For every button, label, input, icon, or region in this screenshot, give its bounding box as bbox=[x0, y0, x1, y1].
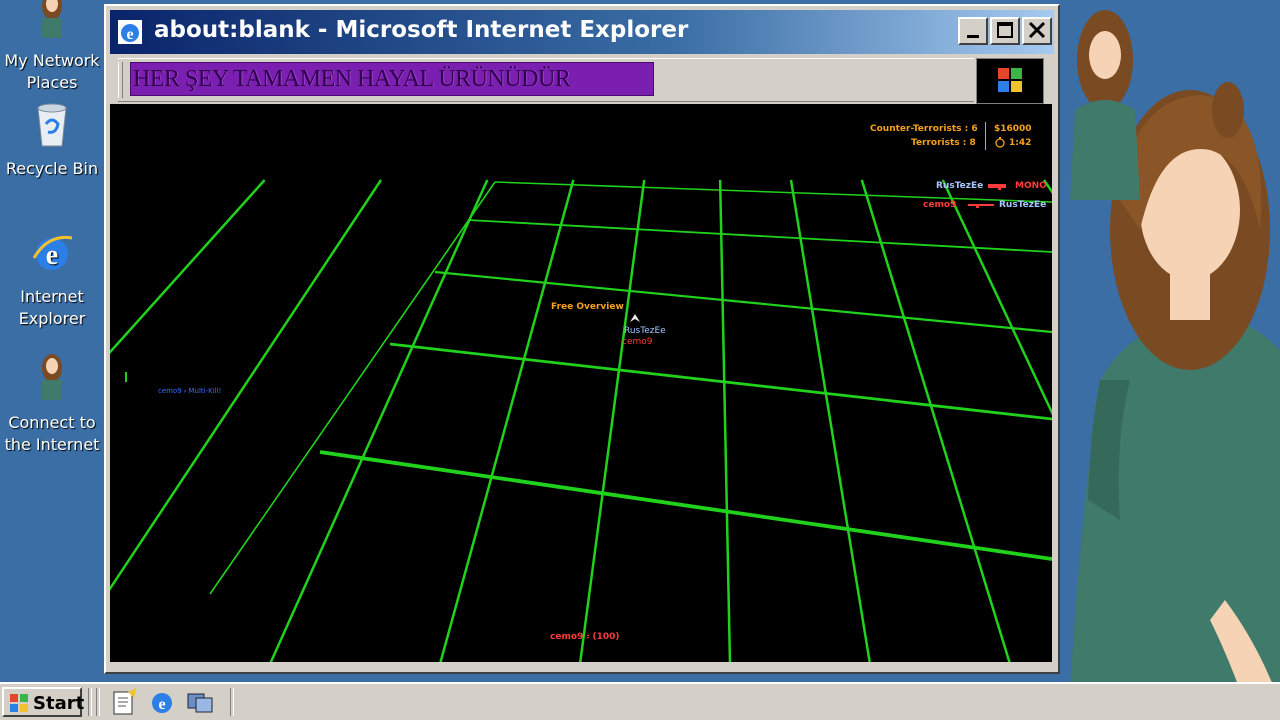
start-label: Start bbox=[33, 693, 85, 714]
player-name-rustezee: RusTezEe bbox=[624, 326, 666, 336]
grid-line bbox=[389, 342, 1052, 421]
killfeed-1-victim: MONO bbox=[1015, 181, 1047, 191]
grid-line bbox=[269, 179, 489, 662]
desktop-icon-internet-explorer[interactable]: e Internet Explorer bbox=[0, 228, 104, 330]
desktop-icon-label: Recycle Bin bbox=[5, 159, 99, 178]
killfeed-2-victim: RusTezEe bbox=[999, 200, 1047, 210]
network-places-icon bbox=[42, 0, 62, 38]
window-titlebar[interactable]: e about:blank - Microsoft Internet Explo… bbox=[110, 10, 1054, 54]
close-button[interactable] bbox=[1022, 17, 1052, 45]
grid-line bbox=[941, 179, 1052, 416]
green-grid-floor bbox=[110, 179, 1052, 662]
svg-text:e: e bbox=[158, 696, 165, 713]
desktop-icon-label: My Network Places bbox=[4, 51, 100, 92]
bottom-status: cemo9 ⸗ (100) bbox=[550, 632, 620, 642]
desktop-icon-recycle-bin[interactable]: Recycle Bin bbox=[0, 100, 104, 180]
round-timer: 1:42 bbox=[1009, 138, 1032, 148]
taskbar-separator bbox=[230, 688, 234, 716]
hud-divider bbox=[985, 122, 986, 150]
player-name-cemo9: cemo9 bbox=[622, 337, 653, 347]
timer-icon bbox=[995, 137, 1005, 148]
desktop-icon-connect-internet[interactable]: Connect to the Internet bbox=[0, 354, 104, 456]
weapon-icon bbox=[988, 184, 1006, 190]
svg-text:e: e bbox=[126, 26, 133, 43]
internet-explorer-window: e about:blank - Microsoft Internet Explo… bbox=[104, 4, 1060, 674]
recycle-bin-icon bbox=[37, 103, 67, 147]
grid-line bbox=[860, 179, 1011, 662]
desktop-icon-label: Connect to the Internet bbox=[4, 413, 100, 454]
game-viewport[interactable]: Counter-Terrorists : 6 Terrorists : 8 $1… bbox=[110, 104, 1052, 662]
ie-page-icon: e bbox=[118, 20, 142, 44]
t-score: Terrorists : 8 bbox=[911, 138, 976, 148]
show-desktop-icon[interactable] bbox=[186, 688, 214, 716]
grid-line bbox=[209, 181, 496, 595]
money-display: $16000 bbox=[994, 124, 1032, 134]
connect-to-internet-icon bbox=[42, 354, 62, 400]
start-button[interactable]: Start bbox=[2, 687, 85, 717]
grid-line bbox=[789, 179, 871, 662]
taskbar-separator bbox=[96, 688, 100, 716]
desktop-icon-network-places[interactable]: My Network Places bbox=[0, 0, 104, 94]
minimize-button[interactable] bbox=[958, 17, 988, 45]
internet-explorer-icon: e bbox=[32, 235, 73, 271]
killfeed-1-killer: RusTezEe bbox=[936, 181, 984, 191]
close-icon bbox=[1028, 21, 1046, 39]
window-title: about:blank - Microsoft Internet Explore… bbox=[154, 17, 689, 43]
marquee-banner: HER ŞEY TAMAMEN HAYAL ÜRÜNÜDÜR bbox=[130, 62, 654, 96]
grid-line bbox=[718, 179, 732, 662]
ct-score: Counter-Terrorists : 6 bbox=[870, 124, 978, 134]
player-marker-icon bbox=[630, 314, 640, 322]
windows-flag-icon bbox=[998, 68, 1022, 92]
wallpaper-figure bbox=[1070, 10, 1280, 690]
svg-text:e: e bbox=[46, 240, 58, 271]
minimize-icon bbox=[967, 35, 979, 38]
killfeed-2-killer: cemo9 bbox=[923, 200, 957, 210]
multi-kill-notice: cemo9 ⸗ Multi-Kill! bbox=[158, 387, 222, 395]
rifle-icon bbox=[968, 204, 994, 208]
maximize-icon bbox=[997, 22, 1013, 38]
desktop-icon-label: Internet Explorer bbox=[18, 287, 86, 328]
grid-line bbox=[439, 179, 575, 662]
links-toolbar: HER ŞEY TAMAMEN HAYAL ÜRÜNÜDÜR bbox=[118, 58, 974, 102]
grid-line bbox=[319, 450, 1052, 561]
taskbar-separator bbox=[88, 688, 92, 716]
taskbar: Start e bbox=[0, 682, 1280, 720]
grid-line bbox=[110, 179, 383, 591]
marquee-text: HER ŞEY TAMAMEN HAYAL ÜRÜNÜDÜR bbox=[133, 66, 571, 92]
windows-logo-icon bbox=[10, 694, 28, 712]
overview-label: Free Overview bbox=[551, 302, 624, 312]
toolbar-grip[interactable] bbox=[118, 62, 123, 98]
maximize-button[interactable] bbox=[990, 17, 1020, 45]
grid-line bbox=[434, 270, 1052, 334]
notepad-icon[interactable] bbox=[110, 688, 138, 716]
internet-explorer-icon[interactable]: e bbox=[148, 688, 176, 716]
windows-logo-throbber bbox=[976, 58, 1044, 104]
grid-line bbox=[110, 179, 266, 355]
left-marker bbox=[125, 372, 127, 382]
grid-line bbox=[579, 179, 646, 662]
